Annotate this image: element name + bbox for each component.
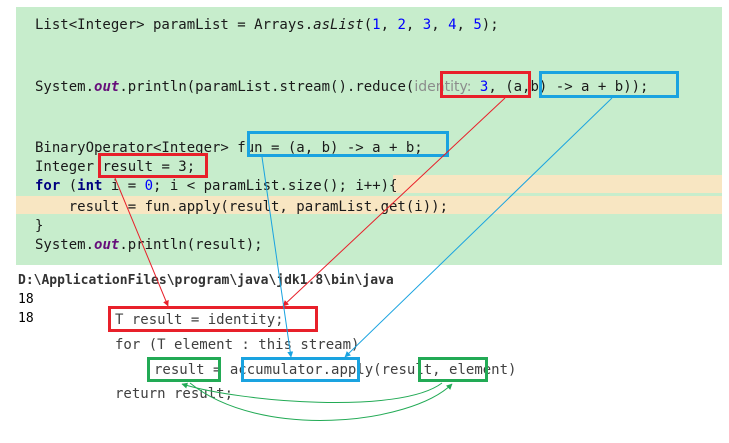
console-output-line-1: 18 — [18, 292, 34, 307]
lambda-highlight-box — [539, 71, 679, 98]
accumulator-highlight-box — [241, 357, 360, 382]
code-line-7: } — [35, 218, 44, 234]
identity-highlight-box — [440, 71, 531, 98]
code-line-6: result = fun.apply(result, paramList.get… — [35, 199, 449, 215]
code-line-8: System.out.println(result); — [35, 237, 263, 253]
code-line-5: for (int i = 0; i < paramList.size(); i+… — [35, 178, 398, 194]
source-line-2: for (T element : this stream) — [115, 337, 360, 353]
fun-highlight-box — [247, 131, 449, 157]
result-lhs-highlight-box — [147, 357, 221, 382]
apply-args-highlight-box — [418, 357, 488, 382]
result-init-highlight-box — [98, 153, 208, 178]
code-line-1: List<Integer> paramList = Arrays.asList(… — [35, 17, 499, 33]
identity-assign-highlight-box — [108, 306, 318, 332]
caret-line-highlight — [393, 175, 722, 193]
console-output-line-2: 18 — [18, 311, 34, 326]
console-java-path: D:\ApplicationFiles\program\java\jdk1.8\… — [18, 273, 394, 288]
source-line-4: return result; — [115, 386, 234, 402]
